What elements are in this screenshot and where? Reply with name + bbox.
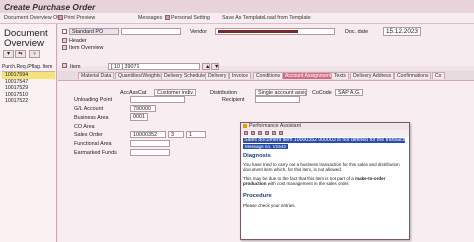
bookmark-icon[interactable] (272, 131, 276, 135)
tab-confirmations[interactable]: Confirmations (394, 72, 432, 79)
document-list-item[interactable]: 10017522 (2, 98, 55, 105)
procedure-heading: Procedure (243, 193, 272, 199)
title-bar: Create Purchase Order (0, 0, 474, 13)
tab-quantities-weights[interactable]: Quantities/Weights (115, 72, 164, 79)
item-select[interactable]: [ 10 ] 39071 (108, 63, 200, 70)
diagnosis-text-2: This may be due to the fact that this it… (243, 176, 386, 186)
messages-button[interactable]: Messages (138, 15, 162, 21)
po-number-field[interactable] (121, 28, 181, 35)
doc-type-select[interactable]: Standard PO (69, 28, 119, 35)
search-icon[interactable] (265, 131, 269, 135)
tab-delivery-address[interactable]: Delivery Address (350, 72, 395, 79)
diagnosis-heading: Diagnosis (243, 153, 271, 159)
document-list-header: Purch.Req./Pflag. Item (2, 64, 55, 72)
item-detail-tabs: Material Data Quantities/Weights Deliver… (58, 71, 474, 80)
co-area-label: CO Area (74, 124, 95, 130)
earmarked-funds-field[interactable] (130, 149, 170, 156)
adopt-button[interactable]: ⇆ (15, 50, 26, 58)
unloading-point-field[interactable] (130, 96, 185, 103)
sales-order-item-field[interactable]: 3 (168, 131, 184, 138)
forward-icon[interactable] (251, 131, 255, 135)
business-area-field[interactable]: 0001 (130, 113, 148, 121)
vendor-field[interactable] (215, 28, 335, 35)
redacted-block (218, 30, 298, 33)
acc-ass-cat-select[interactable]: Customer indiv. re (154, 89, 196, 96)
help-icon (243, 124, 247, 128)
functional-area-field[interactable] (130, 140, 170, 147)
sales-order-field[interactable]: 10000352 (130, 131, 166, 138)
print-preview-button[interactable]: Print Preview (58, 15, 95, 21)
sales-order-label: Sales Order (74, 132, 103, 138)
item-overview-section-label[interactable]: Item Overview (69, 45, 103, 51)
doc-date-field[interactable]: 15.12.2023 (383, 27, 421, 36)
prev-item-button[interactable]: ▲ (202, 63, 210, 70)
doc-date-label: Doc. date (345, 29, 369, 35)
selection-variant-button[interactable]: ▾ (3, 50, 14, 58)
dialog-title: Performance Assistant (241, 123, 409, 130)
print-icon[interactable] (258, 131, 262, 135)
procedure-text: Please check your entries. (243, 203, 296, 208)
tab-conditions[interactable]: Conditions (253, 72, 284, 79)
next-item-button[interactable]: ▼ (211, 63, 219, 70)
item-label: Item (70, 64, 81, 70)
performance-assistant-dialog: Performance Assistant Sales document ite… (240, 122, 410, 240)
tab-delivery-schedule[interactable]: Delivery Schedule (161, 72, 209, 79)
recipient-field[interactable] (255, 96, 300, 103)
tab-texts[interactable]: Texts (331, 72, 349, 79)
application-toolbar: Document Overview Off Print Preview Mess… (0, 13, 474, 24)
unloading-point-label: Unloading Point (74, 97, 113, 103)
diagnosis-text-1: You have tried to carry out a business t… (243, 162, 400, 172)
personal-setting-button[interactable]: Personal Setting (165, 15, 210, 21)
gl-account-field[interactable]: 790000 (130, 105, 156, 112)
cocode-select[interactable]: SAP A.G. (335, 89, 363, 96)
collapse-item-icon[interactable] (62, 63, 67, 68)
printer-icon (58, 15, 63, 21)
tab-more[interactable]: Co (432, 72, 445, 79)
message-number: Message no. V1543 (243, 144, 288, 149)
tab-invoice[interactable]: Invoice (229, 72, 252, 79)
person-icon (165, 15, 170, 21)
distribution-label: Distribution (210, 90, 237, 96)
cocode-label: CoCode (312, 90, 332, 96)
distribution-select[interactable]: Single account assignment (255, 89, 307, 96)
document-overview-title: Document Overview (4, 28, 48, 49)
error-message-text: Sales document item 10000352 000003 is n… (243, 138, 405, 143)
back-icon[interactable] (244, 131, 248, 135)
earmarked-funds-label: Earmarked Funds (74, 150, 117, 156)
tab-account-assignment[interactable]: Account Assignment (282, 72, 335, 79)
header-section-label[interactable]: Header (69, 38, 87, 44)
dialog-toolbar (241, 130, 409, 137)
document-list: Purch.Req./Pflag. Item 10017594 10017547… (2, 64, 55, 105)
expand-item-overview-icon[interactable] (62, 45, 67, 50)
sales-order-schedule-field[interactable]: 1 (186, 131, 206, 138)
recipient-label: Recipient (222, 97, 245, 103)
tab-material-data[interactable]: Material Data (78, 72, 115, 79)
window-title: Create Purchase Order (4, 2, 96, 12)
doc-type-icon (62, 29, 67, 34)
settings-icon[interactable] (279, 131, 283, 135)
gl-account-label: G/L Account (74, 106, 104, 112)
vendor-label: Vendor (190, 29, 208, 35)
tab-delivery[interactable]: Delivery (205, 72, 230, 79)
functional-area-label: Functional Area (74, 141, 112, 147)
business-area-label: Business Area (74, 115, 109, 121)
expand-header-icon[interactable] (62, 38, 67, 43)
document-overview-off-button[interactable]: Document Overview Off (4, 15, 60, 21)
filter-button[interactable]: ▿ (29, 50, 40, 58)
save-as-template-button[interactable]: Save As Template (222, 15, 264, 21)
load-from-template-button[interactable]: Load from Template (264, 15, 311, 21)
